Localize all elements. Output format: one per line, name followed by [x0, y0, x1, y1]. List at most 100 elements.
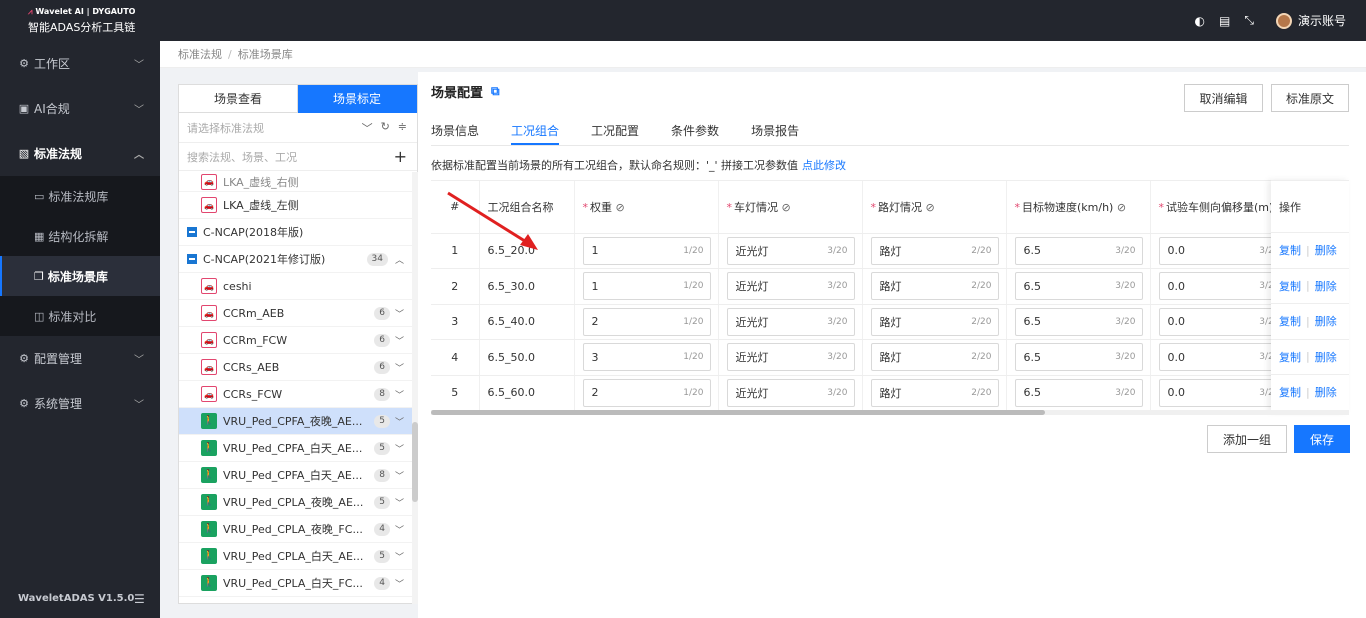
- tree-node[interactable]: 🚶 VRU_Ped_CPFA_白天_AE... 5 ﹀: [179, 435, 412, 462]
- weight-input[interactable]: 1 1/20: [582, 272, 711, 301]
- chevron-down-icon[interactable]: ﹀: [395, 496, 404, 509]
- chevron-down-icon[interactable]: ﹀: [395, 388, 404, 401]
- delete-link[interactable]: 删除: [1315, 384, 1337, 400]
- chevron-down-icon[interactable]: ﹀: [395, 415, 404, 428]
- tab-scene-info[interactable]: 场景信息: [431, 118, 479, 142]
- tree-node[interactable]: 🚗 CCRm_FCW 6 ﹀: [179, 327, 412, 354]
- table-horizontal-scrollbar[interactable]: [431, 410, 1349, 415]
- fullscreen-icon[interactable]: ⤡: [1244, 13, 1254, 28]
- tree-node[interactable]: 🚗 CCRs_FCW 8 ﹀: [179, 381, 412, 408]
- tree-node[interactable]: 🚶 VRU_Ped_CPLA_夜晚_FC... 4 ﹀: [179, 516, 412, 543]
- add-group-button[interactable]: 添加一组: [1207, 425, 1287, 453]
- delete-link[interactable]: 删除: [1315, 313, 1337, 329]
- copy-link[interactable]: 复制: [1279, 313, 1301, 329]
- chevron-down-icon[interactable]: ﹀: [395, 307, 404, 320]
- weight-input[interactable]: 3 1/20: [582, 343, 711, 372]
- offset-input[interactable]: 0.0 3/20: [1158, 378, 1287, 407]
- street-light-input[interactable]: 路灯 2/20: [870, 307, 999, 336]
- offset-input[interactable]: 0.0 3/20: [1158, 272, 1287, 301]
- chevron-down-icon[interactable]: ﹀: [395, 361, 404, 374]
- copy-link[interactable]: 复制: [1279, 242, 1301, 258]
- refresh-icon[interactable]: ↻: [381, 120, 390, 136]
- hide-eye-icon[interactable]: ⊘: [1113, 201, 1126, 214]
- tree-node[interactable]: 🚶 VRU_Ped_CPFA_白天_AE... 8 ﹀: [179, 462, 412, 489]
- speed-input[interactable]: 6.5 3/20: [1014, 236, 1143, 265]
- sidebar-item-config[interactable]: ⚙ 配置管理 ﹀: [0, 336, 160, 381]
- tab-scene-calibration[interactable]: 场景标定: [298, 85, 417, 113]
- chevron-down-icon[interactable]: ﹀: [395, 334, 404, 347]
- chevron-down-icon[interactable]: ﹀: [395, 469, 404, 482]
- offset-input[interactable]: 0.0 3/20: [1158, 343, 1287, 372]
- hide-eye-icon[interactable]: ⊘: [778, 201, 790, 214]
- tree-node[interactable]: C-NCAP(2018年版): [179, 219, 412, 246]
- collapse-menu-icon[interactable]: ☰: [134, 592, 145, 606]
- search-input[interactable]: 搜索法规、场景、工况 +: [179, 143, 417, 171]
- standard-text-button[interactable]: 标准原文: [1271, 84, 1349, 112]
- tab-condition-params[interactable]: 条件参数: [671, 118, 719, 142]
- tab-scene-report[interactable]: 场景报告: [751, 118, 799, 142]
- sidebar-item-workspace[interactable]: ⚙ 工作区 ﹀: [0, 41, 160, 86]
- delete-link[interactable]: 删除: [1315, 242, 1337, 258]
- street-light-input[interactable]: 路灯 2/20: [870, 236, 999, 265]
- tree-node[interactable]: C-NCAP(2021年修订版) 34 ︿: [179, 246, 412, 273]
- breadcrumb-item[interactable]: 标准法规: [178, 46, 222, 62]
- weight-input[interactable]: 2 1/20: [582, 307, 711, 336]
- tab-scene-view[interactable]: 场景查看: [179, 85, 298, 113]
- tree-node[interactable]: 🚶 VRU_Ped_CPLA_夜晚_AE... 5 ﹀: [179, 489, 412, 516]
- hide-eye-icon[interactable]: ⊘: [612, 201, 624, 214]
- document-icon[interactable]: ▤: [1219, 14, 1230, 28]
- delete-link[interactable]: 删除: [1315, 278, 1337, 294]
- cancel-edit-button[interactable]: 取消编辑: [1184, 84, 1263, 112]
- car-light-input[interactable]: 近光灯 3/20: [726, 272, 855, 301]
- sidebar-item-structure[interactable]: ▦ 结构化拆解: [0, 216, 160, 256]
- speed-input[interactable]: 6.5 3/20: [1014, 378, 1143, 407]
- street-light-input[interactable]: 路灯 2/20: [870, 343, 999, 372]
- sidebar-item-regulation-library[interactable]: ▭ 标准法规库: [0, 176, 160, 216]
- sidebar-item-regulation[interactable]: ▧ 标准法规 ︿: [0, 131, 160, 176]
- copy-link[interactable]: 复制: [1279, 384, 1301, 400]
- avatar[interactable]: [1275, 12, 1292, 29]
- tree-node[interactable]: 🚶 VRU_Ped_CPLA_白天_AE... 5 ﹀: [179, 543, 412, 570]
- tree-node[interactable]: 🚗 LKA_虚线_左侧: [179, 192, 412, 219]
- street-light-input[interactable]: 路灯 2/20: [870, 272, 999, 301]
- regulation-select[interactable]: 请选择标准法规 ﹀ ↻ ≑: [179, 113, 417, 143]
- chevron-down-icon[interactable]: ﹀: [395, 442, 404, 455]
- sidebar-item-ai-compliance[interactable]: ▣ AI合规 ﹀: [0, 86, 160, 131]
- car-light-input[interactable]: 近光灯 3/20: [726, 343, 855, 372]
- hide-eye-icon[interactable]: ⊘: [922, 201, 934, 214]
- car-light-input[interactable]: 近光灯 3/20: [726, 307, 855, 336]
- tab-condition-combination[interactable]: 工况组合: [511, 118, 560, 145]
- copy-link[interactable]: 复制: [1279, 278, 1301, 294]
- speed-input[interactable]: 6.5 3/20: [1014, 343, 1143, 372]
- tree-node[interactable]: 🚗 CCRm_AEB 6 ﹀: [179, 300, 412, 327]
- car-light-input[interactable]: 近光灯 3/20: [726, 236, 855, 265]
- modify-rule-link[interactable]: 点此修改: [802, 159, 846, 172]
- weight-input[interactable]: 2 1/20: [582, 378, 711, 407]
- offset-input[interactable]: 0.0 3/20: [1158, 307, 1287, 336]
- chevron-down-icon[interactable]: ﹀: [395, 523, 404, 536]
- link-icon[interactable]: ⧉: [491, 84, 500, 99]
- car-light-input[interactable]: 近光灯 3/20: [726, 378, 855, 407]
- add-icon[interactable]: +: [394, 147, 407, 166]
- copy-link[interactable]: 复制: [1279, 349, 1301, 365]
- tree-node[interactable]: 🚶 VRU_Ped_CPLA_白天_FC... 4 ﹀: [179, 570, 412, 597]
- delete-link[interactable]: 删除: [1315, 349, 1337, 365]
- offset-input[interactable]: 0.0 3/20: [1158, 236, 1287, 265]
- sidebar-item-compare[interactable]: ◫ 标准对比: [0, 296, 160, 336]
- speed-input[interactable]: 6.5 3/20: [1014, 307, 1143, 336]
- tree-node[interactable]: 🚗 LKA_虚线_右侧: [179, 172, 412, 192]
- weight-input[interactable]: 1 1/20: [582, 236, 711, 265]
- tree-node[interactable]: 🚗 CCRs_AEB 6 ﹀: [179, 354, 412, 381]
- tree-node[interactable]: 🚶 VRU_Ped_CPFA_夜晚_AE... 5 ﹀: [179, 408, 412, 435]
- sidebar-item-system[interactable]: ⚙ 系统管理 ﹀: [0, 381, 160, 426]
- filter-icon[interactable]: ≑: [398, 120, 407, 136]
- save-button[interactable]: 保存: [1294, 425, 1350, 453]
- chevron-down-icon[interactable]: ﹀: [395, 577, 404, 590]
- theme-toggle-icon[interactable]: ◐: [1195, 14, 1205, 28]
- chevron-up-icon[interactable]: ︿: [395, 253, 404, 266]
- speed-input[interactable]: 6.5 3/20: [1014, 272, 1143, 301]
- chevron-down-icon[interactable]: ﹀: [395, 550, 404, 563]
- tree-node[interactable]: 🚗 ceshi: [179, 273, 412, 300]
- user-name[interactable]: 演示账号: [1298, 12, 1346, 29]
- street-light-input[interactable]: 路灯 2/20: [870, 378, 999, 407]
